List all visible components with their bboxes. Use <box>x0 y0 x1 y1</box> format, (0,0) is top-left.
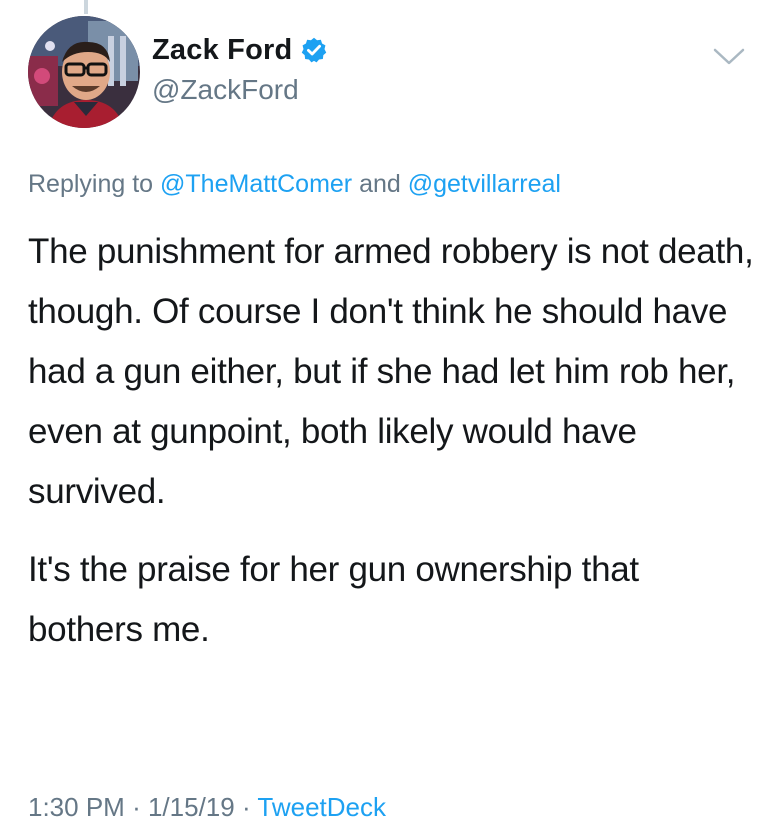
author-name-row: Zack Ford <box>152 30 328 70</box>
tweet-author[interactable]: Zack Ford @ZackFord <box>152 30 328 106</box>
tweet-source-link[interactable]: TweetDeck <box>257 792 386 822</box>
tweet-metadata: 1:30 PM · 1/15/19 · TweetDeck <box>28 792 386 823</box>
tweet-paragraph: The punishment for armed robbery is not … <box>28 232 754 511</box>
replying-to-conjunction: and <box>359 170 401 198</box>
author-display-name[interactable]: Zack Ford <box>152 34 292 67</box>
chevron-down-icon[interactable] <box>712 46 746 68</box>
replying-to-prefix: Replying to <box>28 170 154 198</box>
meta-separator: · <box>132 792 141 822</box>
tweet-time[interactable]: 1:30 PM <box>28 792 125 822</box>
mention-link-getvillarreal[interactable]: @getvillarreal <box>408 170 561 198</box>
avatar[interactable] <box>28 16 140 128</box>
avatar-photo <box>28 16 140 128</box>
tweet-date[interactable]: 1/15/19 <box>148 792 235 822</box>
replying-to-line: Replying to @TheMattComer and @getvillar… <box>28 170 561 199</box>
meta-separator: · <box>241 792 251 822</box>
thread-connector-line <box>84 0 88 14</box>
author-handle[interactable]: @ZackFord <box>152 74 328 106</box>
tweet-body: The punishment for armed robbery is not … <box>28 222 758 660</box>
tweet-paragraph: It's the praise for her gun ownership th… <box>28 550 639 649</box>
mention-link-themattcomer[interactable]: @TheMattComer <box>160 170 352 198</box>
verified-badge-icon <box>300 36 328 64</box>
